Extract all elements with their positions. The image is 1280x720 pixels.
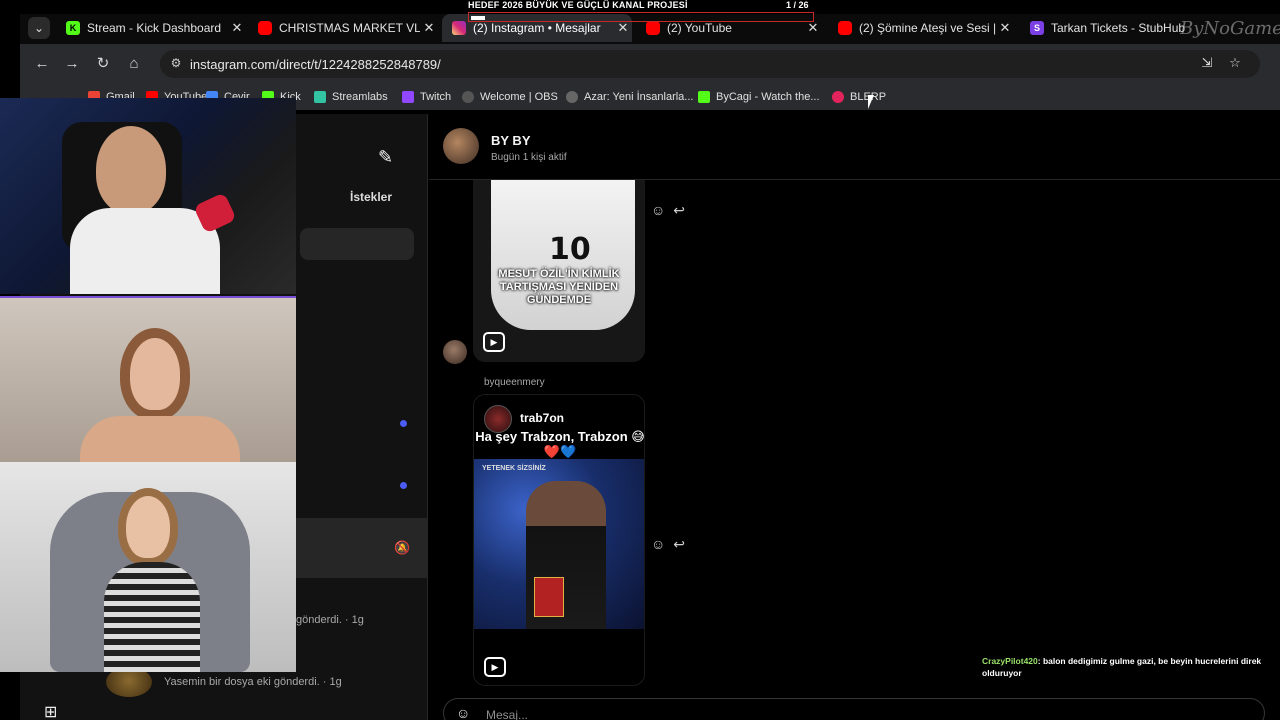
azar-icon xyxy=(566,91,578,103)
reply-icon[interactable]: ↩ xyxy=(673,536,685,553)
person-head xyxy=(118,488,178,566)
chat-username: CrazyPilot420 xyxy=(982,656,1038,666)
youtube-icon xyxy=(838,21,852,35)
twitch-icon xyxy=(402,91,414,103)
site-settings-icon[interactable]: ⚙ xyxy=(168,56,184,72)
stubhub-icon: S xyxy=(1030,21,1044,35)
back-arrow-icon[interactable]: ← xyxy=(32,54,52,74)
conversation-snippet: gönderdi. · 1g xyxy=(296,614,364,626)
youtube-icon xyxy=(258,21,272,35)
shared-reel[interactable]: 10 MESUT ÖZİL'İN KİMLİK TARTIŞMASI YENİD… xyxy=(473,180,645,362)
bookmark-obs[interactable]: Welcome | OBS xyxy=(462,89,558,105)
reload-icon[interactable]: ↻ xyxy=(93,54,113,74)
show-logo: YETENEK SİZSİNİZ xyxy=(482,465,546,472)
message-composer[interactable]: ☺ Mesaj... xyxy=(443,698,1265,720)
kick-icon: K xyxy=(66,21,80,35)
tab-search-chevron-icon[interactable]: ⌄ xyxy=(28,17,50,39)
tab-requests[interactable]: İstekler xyxy=(350,190,392,204)
stream-chat-message: CrazyPilot420: balon dedigimiz gulme gaz… xyxy=(982,655,1262,679)
goal-progress-fill xyxy=(471,16,485,20)
bookmark-label: Azar: Yeni İnsanlarla... xyxy=(584,91,694,103)
tab-label: Stream - Kick Dashboard xyxy=(87,21,222,35)
reel-caption: MESUT ÖZİL'İN KİMLİK TARTIŞMASI YENİDEN … xyxy=(498,268,620,306)
goal-title: HEDEF 2026 BÜYÜK VE GÜÇLÜ KANAL PROJESİ xyxy=(468,0,688,10)
thread-title[interactable]: BY BY xyxy=(491,133,531,148)
tab-christmas-vlog[interactable]: CHRISTMAS MARKET VLOG ✕ xyxy=(248,14,438,42)
browser-toolbar: ← → ↻ ⌂ ⚙ instagram.com/direct/t/1224288… xyxy=(20,44,1280,84)
webcam-guest-1 xyxy=(0,296,296,462)
reel-caption: Ha şey Trabzon, Trabzon 😅❤️💙 xyxy=(475,429,645,459)
jersey-number: 10 xyxy=(549,232,591,267)
person-torso xyxy=(80,416,240,462)
emoji-picker-icon[interactable]: ☺ xyxy=(456,705,470,720)
blerp-icon xyxy=(832,91,844,103)
url-text: instagram.com/direct/t/1224288252848789/ xyxy=(190,57,441,72)
webcam-streamer xyxy=(0,98,296,294)
webcam-guest-2 xyxy=(0,462,296,672)
person-head xyxy=(96,126,166,214)
tab-label: CHRISTMAS MARKET VLOG xyxy=(279,21,420,35)
tab-fireplace[interactable]: (2) Şömine Ateşi ve Sesi | Ra ✕ xyxy=(828,14,1014,42)
goal-count: 1 / 26 xyxy=(786,0,809,10)
reels-icon: ▶ xyxy=(484,657,506,677)
emoji-react-icon[interactable]: ☺ xyxy=(651,536,665,553)
bookmark-bycagi[interactable]: ByCagi - Watch the... xyxy=(698,89,820,105)
bookmark-label: Welcome | OBS xyxy=(480,91,558,103)
message-actions: ☺ ↩ xyxy=(651,536,685,553)
tab-stubhub[interactable]: S Tarkan Tickets - StubHub xyxy=(1020,14,1190,42)
person-head xyxy=(120,328,190,420)
close-tab-icon[interactable]: ✕ xyxy=(228,20,246,36)
message-input-placeholder: Mesaj... xyxy=(486,708,529,720)
bookmark-streamlabs[interactable]: Streamlabs xyxy=(314,89,388,105)
avatar[interactable] xyxy=(443,128,479,164)
thread-header: BY BY Bugün 1 kişi aktif xyxy=(429,114,1280,180)
reel-thumbnail: YETENEK SİZSİNİZ xyxy=(474,459,644,629)
unread-dot xyxy=(400,482,407,489)
conversation-snippet: Yasemin bir dosya eki gönderdi. · 1g xyxy=(164,676,342,688)
reply-icon[interactable]: ↩ xyxy=(673,202,685,219)
bookmark-azar[interactable]: Azar: Yeni İnsanlarla... xyxy=(566,89,693,105)
muted-bell-icon: 🔕 xyxy=(394,540,411,555)
kick-icon xyxy=(698,91,710,103)
reel-author[interactable]: trab7on xyxy=(520,411,564,425)
bookmark-label: Streamlabs xyxy=(332,91,388,103)
person-torso xyxy=(70,208,220,294)
address-bar[interactable]: ⚙ instagram.com/direct/t/122428825284878… xyxy=(160,50,1260,78)
close-tab-icon[interactable]: ✕ xyxy=(996,20,1014,36)
person-torso xyxy=(104,562,200,672)
emoji-react-icon[interactable]: ☺ xyxy=(651,202,665,219)
goal-progress-track xyxy=(468,12,814,22)
obs-icon xyxy=(462,91,474,103)
bookmark-label: ByCagi - Watch the... xyxy=(716,91,820,103)
reel-book xyxy=(534,577,564,617)
inbox-search-input[interactable] xyxy=(300,228,414,260)
streamlabs-icon xyxy=(314,91,326,103)
install-app-icon[interactable]: ⇲ xyxy=(1198,55,1216,73)
new-message-icon[interactable]: ✎ xyxy=(378,147,400,169)
brand-watermark: ByNoGame xyxy=(1180,18,1280,39)
sender-name: byqueenmery xyxy=(484,377,545,388)
bookmark-twitch[interactable]: Twitch xyxy=(402,89,451,105)
instagram-icon xyxy=(452,21,466,35)
home-icon[interactable]: ⌂ xyxy=(124,54,144,74)
tab-kick-dashboard[interactable]: K Stream - Kick Dashboard ✕ xyxy=(56,14,246,42)
reels-icon: ▶ xyxy=(483,332,505,352)
avatar xyxy=(443,340,467,364)
mouse-cursor-icon xyxy=(868,95,880,109)
unread-dot xyxy=(400,420,407,427)
close-tab-icon[interactable]: ✕ xyxy=(420,20,438,36)
shared-reel[interactable]: trab7on Ha şey Trabzon, Trabzon 😅❤️💙 YET… xyxy=(473,394,645,686)
message-actions: ☺ ↩ xyxy=(651,202,685,219)
tab-label: (2) Şömine Ateşi ve Sesi | Ra xyxy=(859,21,996,35)
bookmark-label: Twitch xyxy=(420,91,452,103)
apps-grid-icon[interactable]: ⊞ xyxy=(44,702,57,720)
thread-status: Bugün 1 kişi aktif xyxy=(491,152,567,163)
reel-thumbnail: 10 xyxy=(491,180,635,330)
tab-label: Tarkan Tickets - StubHub xyxy=(1051,21,1186,35)
thread-panel: BY BY Bugün 1 kişi aktif 10 MESUT ÖZİL'İ… xyxy=(429,114,1280,720)
bookmark-star-icon[interactable]: ☆ xyxy=(1226,55,1244,73)
stream-goal-overlay: HEDEF 2026 BÜYÜK VE GÜÇLÜ KANAL PROJESİ … xyxy=(468,0,816,24)
forward-arrow-icon[interactable]: → xyxy=(62,54,82,74)
